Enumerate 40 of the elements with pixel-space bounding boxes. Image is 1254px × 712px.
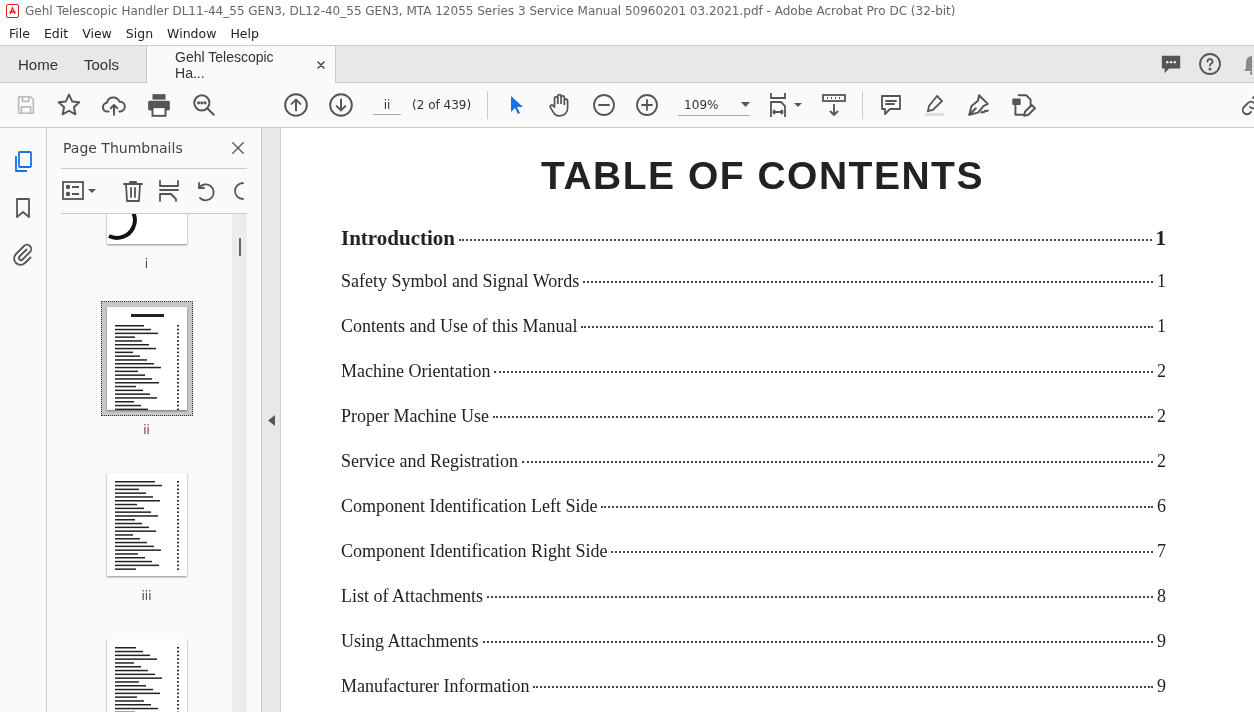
- page-label: iii: [141, 589, 152, 603]
- toc-entry-title[interactable]: Contents and Use of this Manual: [341, 316, 578, 337]
- menu-item[interactable]: File: [0, 26, 37, 41]
- toc-entry-title[interactable]: Safety Symbol and Signal Words: [341, 271, 580, 292]
- window-title: Gehl Telescopic Handler DL11-44_55 GEN3, DL12-40_55 GEN3, MTA 12055 Series 3 Service Manual 50960201 03.2021.pdf - Adobe Acrobat Pro DC (32-bit): [25, 4, 956, 18]
- menu-item[interactable]: Sign: [118, 26, 161, 41]
- toc-page-number: 2: [1157, 451, 1166, 472]
- toc-page-number: 9: [1157, 676, 1166, 697]
- toc-page-number: 2: [1157, 406, 1166, 427]
- toc-entry-title[interactable]: Using Attachments: [341, 631, 479, 652]
- toc-entry-title[interactable]: Component Identification Left Side: [341, 496, 598, 517]
- toc-entry-title[interactable]: Component Identification Right Side: [341, 541, 608, 562]
- toc-entry-title[interactable]: Manufacturer Information: [341, 676, 530, 697]
- toc-entry-title[interactable]: Machine Orientation: [341, 361, 491, 382]
- panel-title: Page Thumbnails: [62, 140, 183, 156]
- menu-item[interactable]: Help: [223, 26, 266, 41]
- toc-entry-title[interactable]: Introduction: [341, 226, 455, 251]
- menu-item[interactable]: Window: [160, 26, 224, 41]
- toc-page-number: 2: [1157, 361, 1166, 382]
- menu-item[interactable]: View: [75, 26, 119, 41]
- toc-page-number: 9: [1157, 631, 1166, 652]
- page-label: i: [144, 257, 149, 271]
- toc-page-number: 1: [1155, 226, 1166, 251]
- page-count: (2 of 439): [412, 98, 472, 112]
- zoom-field[interactable]: 109%: [678, 94, 751, 116]
- toc-page-number: 7: [1157, 541, 1166, 562]
- toc-entry-title[interactable]: Proper Machine Use: [341, 406, 489, 427]
- toc-page-number: 6: [1157, 496, 1166, 517]
- nav-tab[interactable]: Home: [0, 46, 71, 82]
- toc-entry-title[interactable]: Service and Registration: [341, 451, 518, 472]
- page-label: ii: [143, 423, 150, 437]
- toc-entry-title[interactable]: List of Attachments: [341, 586, 483, 607]
- menu-item[interactable]: Edit: [36, 26, 76, 41]
- toc-page-number: 1: [1157, 271, 1166, 292]
- page-number-field[interactable]: ii: [373, 95, 401, 115]
- document-heading: TABLE OF CONTENTS: [540, 154, 985, 198]
- document-tab[interactable]: Gehl Telescopic Ha...: [146, 46, 337, 83]
- toc-page-number: 8: [1157, 586, 1166, 607]
- nav-tab[interactable]: Tools: [71, 46, 133, 82]
- toc-page-number: 1: [1157, 316, 1166, 337]
